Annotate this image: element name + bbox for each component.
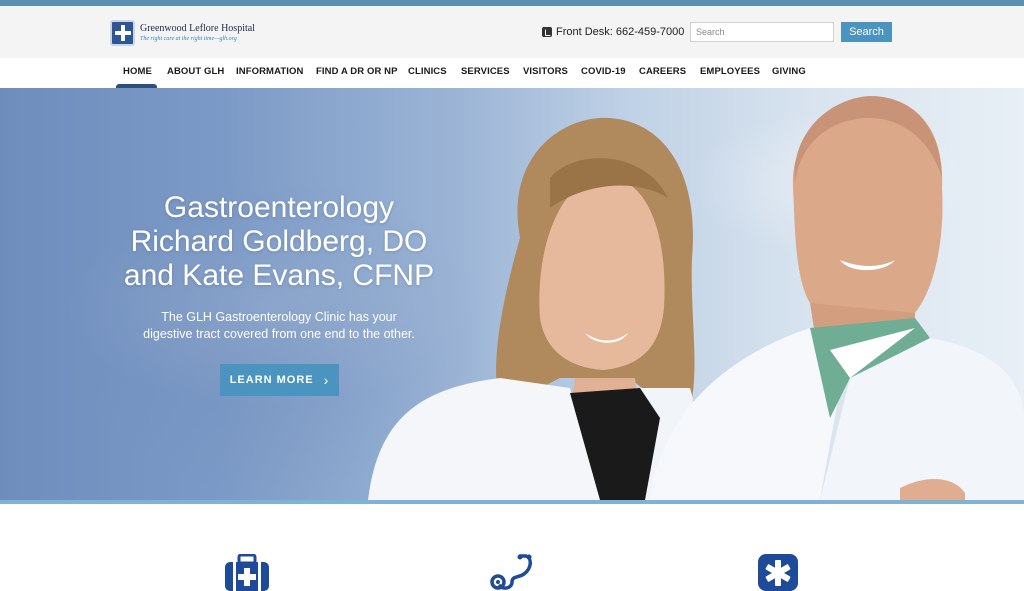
site-header: Greenwood Leflore Hospital The right car… <box>0 6 1024 58</box>
medical-kit-icon[interactable] <box>224 554 270 591</box>
hero-bottom-stripe <box>0 500 1024 504</box>
nav-item-careers[interactable]: CAREERS <box>639 58 686 84</box>
hospital-cross-icon <box>110 20 135 46</box>
hero-subtitle-line: The GLH Gastroenterology Clinic has your <box>161 310 397 324</box>
hero-photo <box>368 96 1024 500</box>
phone-icon <box>542 27 552 37</box>
hospital-logo[interactable]: Greenwood Leflore Hospital The right car… <box>110 19 270 47</box>
nav-item-visitors[interactable]: VISITORS <box>523 58 568 84</box>
front-desk-phone[interactable]: Front Desk: 662-459-7000 <box>542 24 684 40</box>
hero-subtitle: The GLH Gastroenterology Clinic has your… <box>110 309 448 343</box>
nav-item-covid-19[interactable]: COVID-19 <box>581 58 626 84</box>
nav-item-services[interactable]: SERVICES <box>461 58 510 84</box>
hero-title-line: Gastroenterology <box>163 191 395 224</box>
learn-more-button[interactable]: LEARN MORE › <box>220 364 339 396</box>
search-button[interactable]: Search <box>841 22 892 42</box>
star-of-life-icon[interactable] <box>758 554 798 591</box>
nav-item-giving[interactable]: GIVING <box>772 58 806 84</box>
logo-text: Greenwood Leflore Hospital The right car… <box>140 23 255 43</box>
chevron-right-icon: › <box>323 372 330 388</box>
front-desk-text: Front Desk: 662-459-7000 <box>556 26 685 38</box>
man-physician-photo <box>650 96 1024 500</box>
nav-item-information[interactable]: INFORMATION <box>236 58 303 84</box>
hero-banner: Gastroenterology Richard Goldberg, DO an… <box>0 88 1024 500</box>
nav-item-about-glh[interactable]: ABOUT GLH <box>167 58 224 84</box>
learn-more-label: LEARN MORE <box>229 374 314 386</box>
main-navigation: HOME ABOUT GLH INFORMATION FIND A DR OR … <box>0 58 1024 88</box>
nav-item-find-a-dr-or-np[interactable]: FIND A DR OR NP <box>316 58 398 84</box>
hero-title-line: and Kate Evans, CFNP <box>123 259 435 292</box>
nav-item-clinics[interactable]: CLINICS <box>408 58 447 84</box>
logo-name: Greenwood Leflore Hospital <box>140 23 255 34</box>
hero-title: Gastroenterology Richard Goldberg, DO an… <box>110 191 448 293</box>
hero-subtitle-line: digestive tract covered from one end to … <box>143 327 415 341</box>
nav-item-home[interactable]: HOME <box>123 58 152 84</box>
stethoscope-icon[interactable] <box>490 554 534 591</box>
search-input[interactable] <box>690 22 834 42</box>
nav-item-employees[interactable]: EMPLOYEES <box>700 58 760 84</box>
logo-tagline: The right care at the right time—glh.org <box>140 36 237 42</box>
hero-title-line: Richard Goldberg, DO <box>130 225 428 258</box>
